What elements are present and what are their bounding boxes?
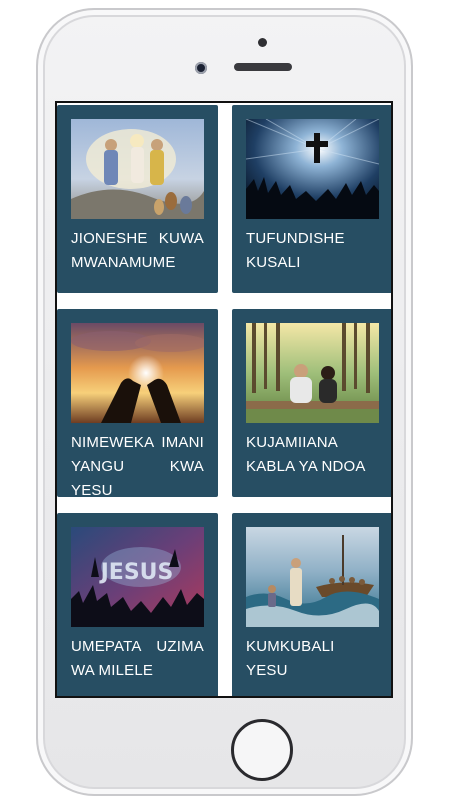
topic-card[interactable]: NIMEWEKA IMANI YANGU KWA YESU xyxy=(57,309,218,499)
card-title: UMEPATA UZIMA WA MILELE xyxy=(71,638,204,679)
front-camera-icon xyxy=(195,62,207,74)
topic-card[interactable]: JESUS UMEPATA UZIMA WA MILELE xyxy=(57,513,218,696)
couple-in-forest-image xyxy=(246,323,379,423)
topic-card[interactable]: KUMKUBALI YESU xyxy=(232,513,391,696)
topic-grid: JIONESHE KUWA MWANAMUME TUFUNDISHE KUSAL… xyxy=(57,103,391,696)
svg-text:JESUS: JESUS xyxy=(99,560,174,585)
sensor-dot xyxy=(258,38,267,47)
earpiece-speaker xyxy=(234,63,292,71)
topic-card[interactable]: KUJAMIIANA KABLA YA NDOA xyxy=(232,309,391,497)
topic-card[interactable]: JIONESHE KUWA MWANAMUME xyxy=(57,105,218,293)
topic-card[interactable]: TUFUNDISHE KUSALI xyxy=(232,105,391,293)
jesus-walking-on-water-image xyxy=(246,527,379,627)
card-title: KUMKUBALI YESU xyxy=(246,638,335,679)
card-title: KUJAMIIANA KABLA YA NDOA xyxy=(246,434,366,475)
card-title: JIONESHE KUWA MWANAMUME xyxy=(71,230,204,271)
card-title: NIMEWEKA IMANI YANGU KWA YESU xyxy=(71,434,204,499)
jesus-worship-image: JESUS xyxy=(71,527,204,627)
home-button[interactable] xyxy=(231,719,293,781)
app-screen: JIONESHE KUWA MWANAMUME TUFUNDISHE KUSAL… xyxy=(55,101,393,698)
prophets-on-clouds-image xyxy=(71,119,204,219)
card-title: TUFUNDISHE KUSALI xyxy=(246,230,345,271)
hands-holding-light-image xyxy=(71,323,204,423)
glowing-cross-image xyxy=(246,119,379,219)
